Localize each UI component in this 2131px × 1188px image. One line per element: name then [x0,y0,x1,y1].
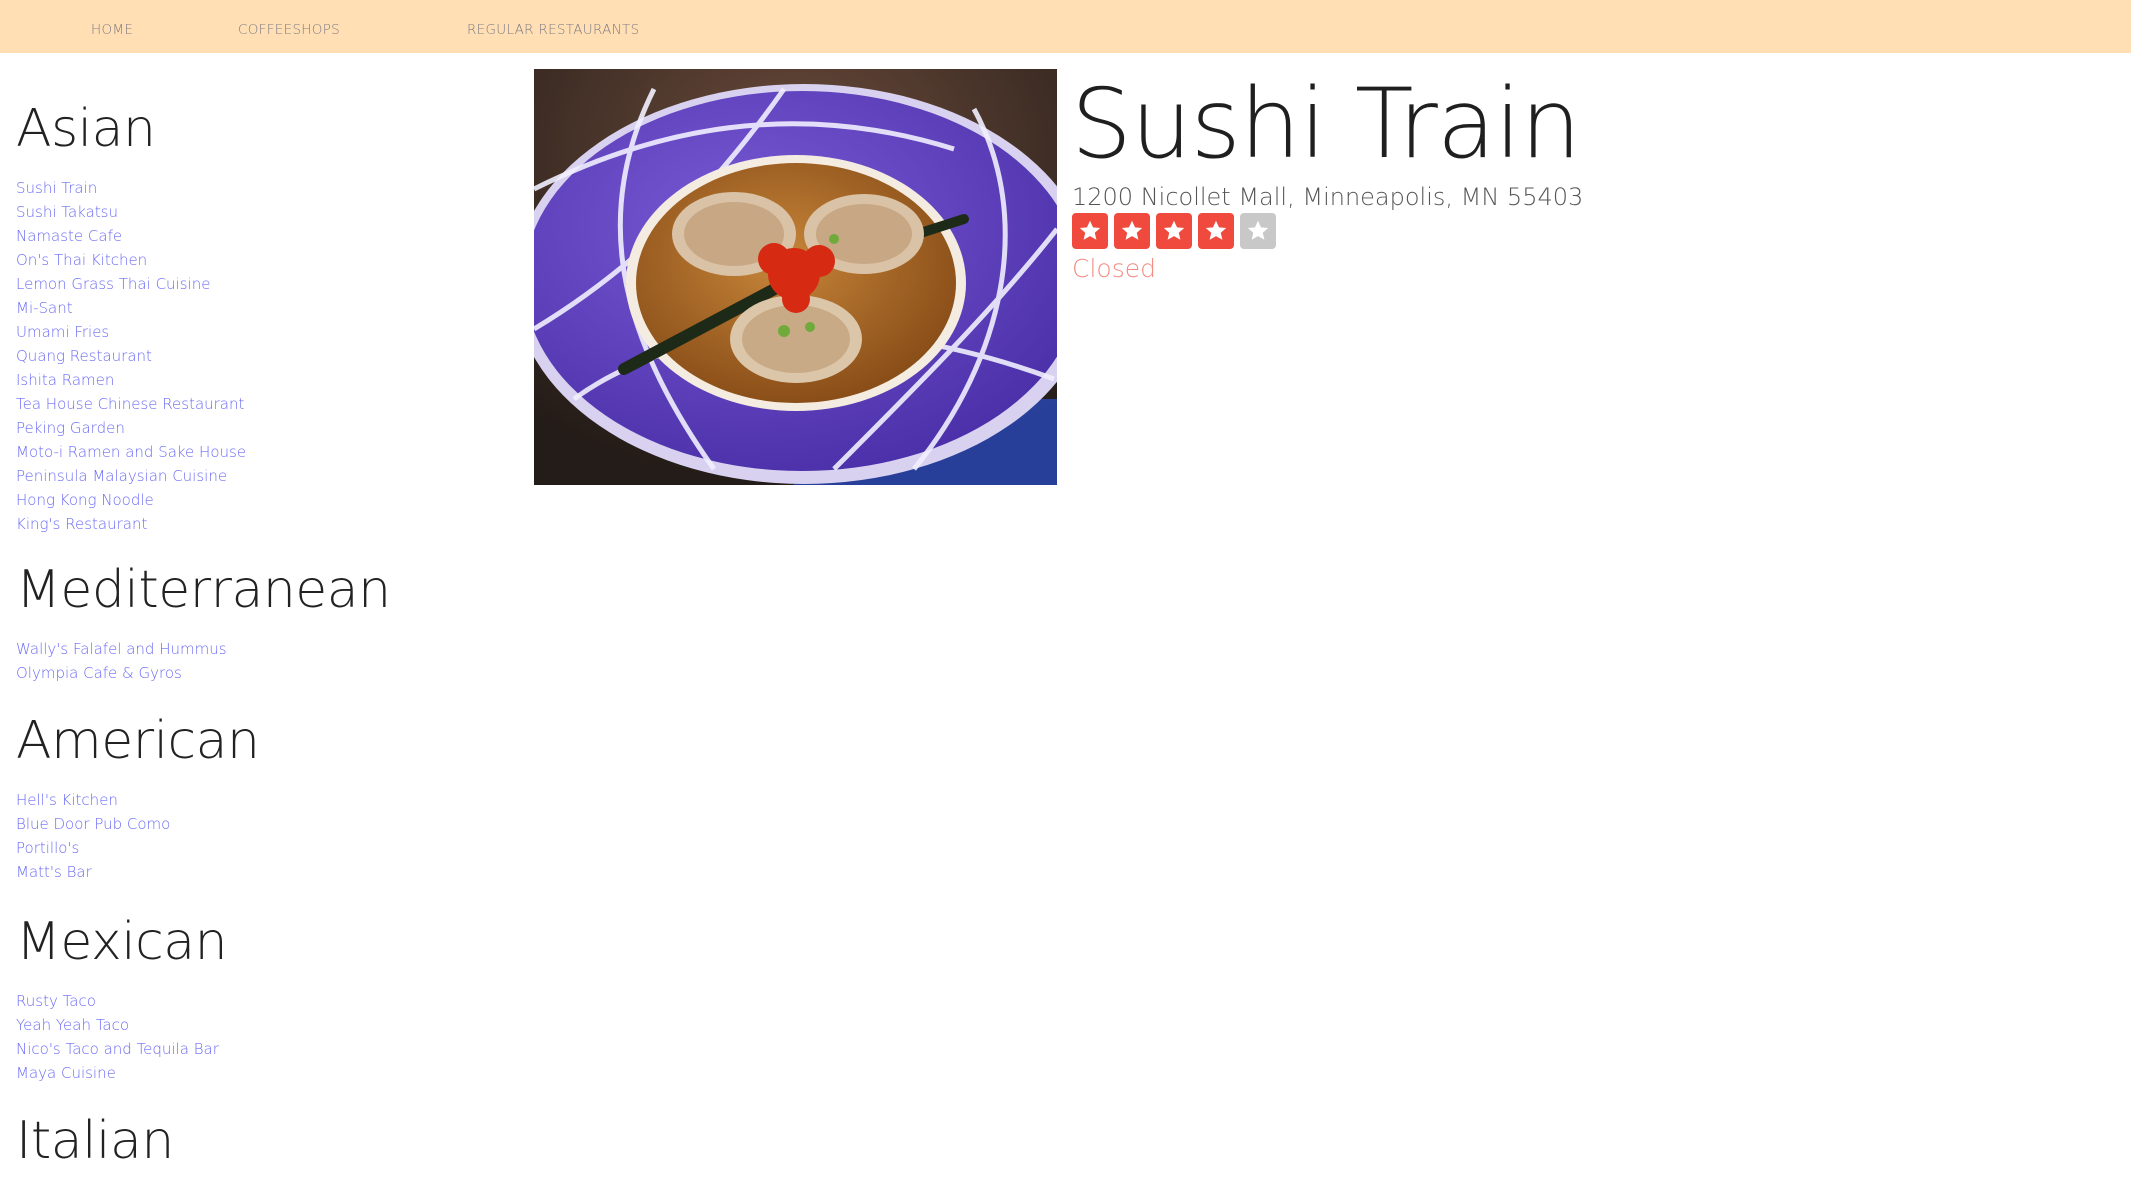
restaurant-link[interactable]: Hell's Kitchen [16,788,516,812]
category-section: American Hell's Kitchen Blue Door Pub Como… [16,715,516,884]
nav-home-link[interactable]: HOME [91,22,133,38]
category-links: Rusty Taco Yeah Yeah Taco Nico's Taco and … [16,989,516,1085]
restaurant-link[interactable]: Namaste Cafe [16,224,516,248]
open-status: Closed [1072,254,1156,283]
restaurant-link[interactable]: Maya Cuisine [16,1061,516,1085]
restaurant-link[interactable]: Olympia Cafe & Gyros [16,661,516,685]
restaurant-link[interactable]: On's Thai Kitchen [16,248,516,272]
restaurant-link[interactable]: Yeah Yeah Taco [16,1013,516,1037]
category-sidebar: Asian Sushi Train Sushi Takatsu Namaste Caf… [16,53,516,1188]
category-title: Mexican [16,912,228,972]
category-section: Mediterranean Wally's Falafel and Hummus O… [16,564,516,685]
star-icon [1156,213,1192,249]
star-icon [1072,213,1108,249]
restaurant-link[interactable]: Rusty Taco [16,989,516,1013]
restaurant-link[interactable]: Umami Fries [16,320,516,344]
sushi-plate-image [534,69,1057,485]
restaurant-link[interactable]: Sushi Train [16,176,516,200]
restaurant-link[interactable]: Sushi Takatsu [16,200,516,224]
restaurant-link[interactable]: Matt's Bar [16,860,516,884]
category-title: Italian [16,1111,174,1171]
category-title: Mediterranean [16,560,391,620]
star-icon [1114,213,1150,249]
restaurant-link[interactable]: King's Restaurant [16,512,516,536]
restaurant-link[interactable]: Blue Door Pub Como [16,812,516,836]
restaurant-link[interactable]: Peninsula Malaysian Cuisine [16,464,516,488]
restaurant-link[interactable]: Hong Kong Noodle [16,488,516,512]
restaurant-name: Sushi Train [1071,68,1581,180]
top-navigation: HOME COFFEESHOPS REGULAR RESTAURANTS [0,0,2131,53]
restaurant-address: 1200 Nicollet Mall, Minneapolis, MN 5540… [1072,183,1584,211]
nav-regular-restaurants-link[interactable]: REGULAR RESTAURANTS [467,22,639,38]
restaurant-link[interactable]: Wally's Falafel and Hummus [16,637,516,661]
restaurant-link[interactable]: Nico's Taco and Tequila Bar [16,1037,516,1061]
category-title: American [16,711,260,771]
nav-coffeeshops-link[interactable]: COFFEESHOPS [238,22,340,38]
category-title: Asian [16,99,156,159]
category-section: Asian Sushi Train Sushi Takatsu Namaste Caf… [16,103,516,536]
star-icon [1240,213,1276,249]
restaurant-photo [534,69,1057,485]
category-links: Wally's Falafel and Hummus Olympia Cafe &… [16,637,516,685]
restaurant-link[interactable]: Lemon Grass Thai Cuisine [16,272,516,296]
restaurant-link[interactable]: Portillo's [16,836,516,860]
restaurant-link[interactable]: Peking Garden [16,416,516,440]
star-icon [1198,213,1234,249]
category-section: Italian [16,1115,516,1167]
restaurant-link[interactable]: Quang Restaurant [16,344,516,368]
category-section: Mexican Rusty Taco Yeah Yeah Taco Nico's Ta… [16,916,516,1085]
category-links: Hell's Kitchen Blue Door Pub Como Portillo… [16,788,516,884]
restaurant-link[interactable]: Ishita Ramen [16,368,516,392]
restaurant-link[interactable]: Moto-i Ramen and Sake House [16,440,516,464]
rating-stars [1072,213,1276,249]
restaurant-link[interactable]: Tea House Chinese Restaurant [16,392,516,416]
restaurant-link[interactable]: Mi-Sant [16,296,516,320]
category-links: Sushi Train Sushi Takatsu Namaste Cafe On's… [16,176,516,536]
